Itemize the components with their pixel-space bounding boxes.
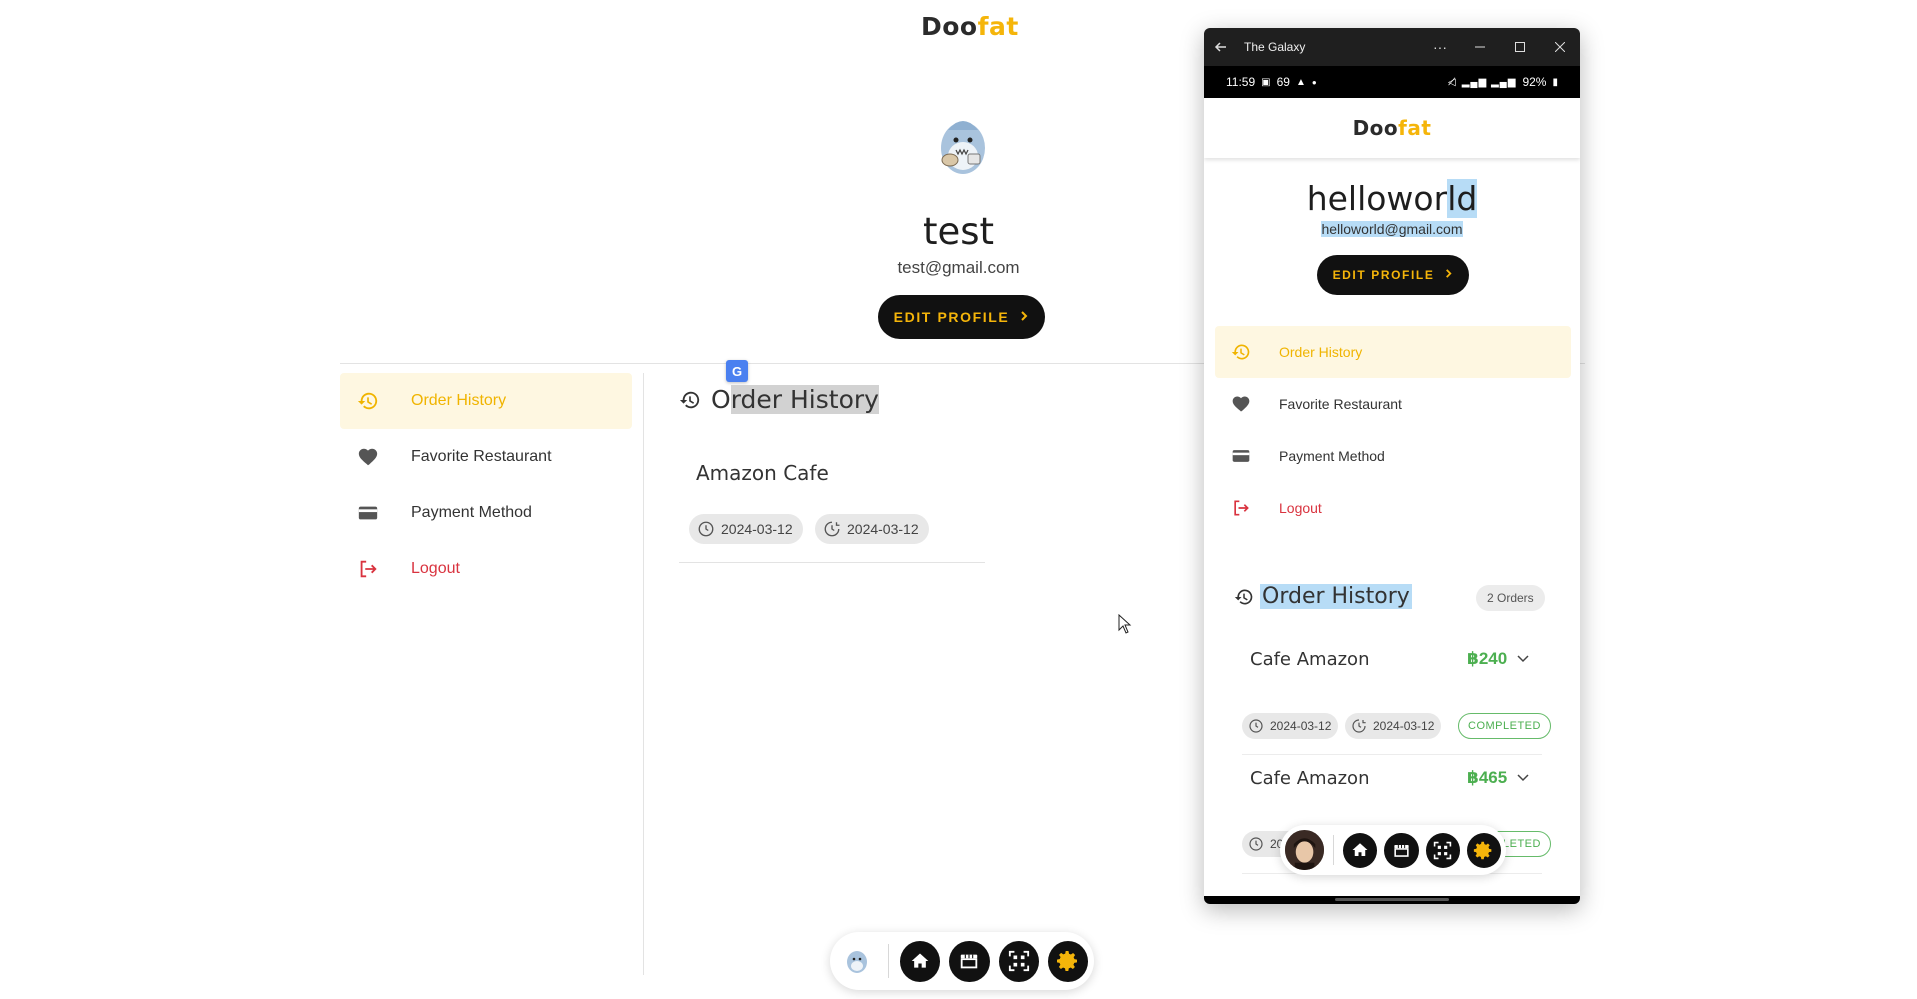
- back-icon[interactable]: [1214, 40, 1228, 54]
- profile-name: helloworld: [1306, 179, 1478, 218]
- order-price[interactable]: ฿465: [1467, 768, 1529, 788]
- phone-mirror-window: The Galaxy ··· 11:59 ▣ 69 ▲ ● ◁̸ ▂▄▆ ▂▄▆: [1204, 28, 1580, 904]
- store-icon: [958, 950, 980, 972]
- dock-avatar[interactable]: [836, 940, 877, 982]
- store-button[interactable]: [949, 940, 990, 982]
- order-date-chip: 2024-03-12: [1242, 713, 1339, 739]
- order-restaurant-name[interactable]: Amazon Cafe: [696, 461, 829, 485]
- minimize-icon[interactable]: [1460, 28, 1500, 66]
- order-restaurant-name[interactable]: Cafe Amazon: [1250, 768, 1369, 789]
- battery-icon: ▮: [1552, 76, 1558, 88]
- order-price[interactable]: ฿240: [1467, 649, 1529, 669]
- more-icon[interactable]: ···: [1420, 28, 1460, 66]
- qr-scan-button[interactable]: [1425, 832, 1460, 868]
- logout-icon: [356, 557, 380, 581]
- home-button[interactable]: [900, 940, 941, 982]
- mute-icon: ◁̸: [1448, 76, 1456, 88]
- maximize-icon[interactable]: [1500, 28, 1540, 66]
- profile-name: test: [922, 210, 995, 253]
- sidebar-item-favorite-restaurant[interactable]: Favorite Restaurant: [340, 429, 632, 485]
- order-history-heading: Order History: [679, 385, 879, 414]
- clock-refresh-icon: [1351, 718, 1367, 734]
- dot-icon: ●: [1311, 77, 1317, 87]
- avatar[interactable]: [928, 110, 998, 180]
- sidebar-item-order-history[interactable]: Order History: [340, 373, 632, 429]
- dock-avatar[interactable]: [1285, 830, 1325, 870]
- store-icon: [1392, 841, 1411, 860]
- phone-menu: Order History Favorite Restaurant Paymen…: [1215, 326, 1571, 534]
- history-icon: [356, 389, 380, 413]
- close-icon[interactable]: [1540, 28, 1580, 66]
- chevron-right-icon: [1019, 309, 1029, 325]
- store-button[interactable]: [1384, 832, 1419, 868]
- divider: [679, 562, 985, 563]
- credit-card-icon: [1229, 444, 1253, 468]
- home-gesture-handle[interactable]: [1335, 898, 1449, 901]
- menu-item-favorite-restaurant[interactable]: Favorite Restaurant: [1215, 378, 1571, 430]
- order-date-chip: 2024-03-12: [1345, 713, 1442, 739]
- settings-button[interactable]: [1466, 832, 1501, 868]
- settings-button[interactable]: [1047, 940, 1088, 982]
- order-history-heading: Order History: [1234, 584, 1412, 609]
- status-time: 11:59: [1226, 75, 1256, 89]
- clock-icon: [1248, 718, 1264, 734]
- sidebar-item-logout[interactable]: Logout: [340, 541, 632, 597]
- menu-item-logout[interactable]: Logout: [1215, 482, 1571, 534]
- order-restaurant-name[interactable]: Cafe Amazon: [1250, 649, 1369, 670]
- heart-icon: [356, 445, 380, 469]
- chevron-down-icon: [1517, 774, 1529, 782]
- bottom-dock: [1280, 825, 1506, 875]
- sidebar-item-payment-method[interactable]: Payment Method: [340, 485, 632, 541]
- google-translate-icon[interactable]: G: [726, 360, 748, 382]
- notification-icon: ▣: [1261, 76, 1271, 88]
- app-logo[interactable]: Doofat: [1353, 116, 1432, 140]
- order-date-chip: 2024-03-12: [815, 514, 929, 544]
- gear-icon: [1473, 840, 1494, 861]
- window-titlebar: The Galaxy ···: [1204, 28, 1580, 66]
- home-icon: [1351, 841, 1369, 859]
- heart-icon: [1229, 392, 1253, 416]
- divider: [1242, 754, 1542, 755]
- qr-icon: [1433, 841, 1452, 860]
- phone-app-header: Doofat: [1204, 98, 1580, 158]
- home-icon: [910, 951, 930, 971]
- profile-email: helloworld@gmail.com: [1321, 221, 1463, 237]
- clock-icon: [1248, 836, 1264, 852]
- app-logo[interactable]: Doofat: [921, 12, 1019, 41]
- qr-icon: [1008, 950, 1030, 972]
- signal-icon: ▂▄▆ ▂▄▆: [1461, 76, 1517, 88]
- history-icon: [679, 389, 701, 411]
- edit-profile-button[interactable]: EDIT PROFILE: [1317, 255, 1469, 295]
- window-title: The Galaxy: [1244, 40, 1306, 54]
- bottom-dock: [830, 932, 1094, 990]
- clock-icon: [697, 520, 715, 538]
- gear-icon: [1056, 949, 1080, 973]
- warning-icon: ▲: [1295, 76, 1306, 88]
- order-date-chip: 2024-03-12: [689, 514, 803, 544]
- history-icon: [1229, 340, 1253, 364]
- edit-profile-button[interactable]: EDIT PROFILE: [878, 295, 1045, 339]
- menu-item-payment-method[interactable]: Payment Method: [1215, 430, 1571, 482]
- history-icon: [1234, 587, 1254, 607]
- dock-separator: [888, 944, 890, 978]
- menu-item-order-history[interactable]: Order History: [1215, 326, 1571, 378]
- clock-refresh-icon: [823, 520, 841, 538]
- sidebar: Order History Favorite Restaurant Paymen…: [340, 373, 632, 597]
- phone-status-bar: 11:59 ▣ 69 ▲ ● ◁̸ ▂▄▆ ▂▄▆ 92% ▮: [1204, 66, 1580, 98]
- credit-card-icon: [356, 501, 380, 525]
- chevron-right-icon: [1444, 268, 1453, 282]
- dock-separator: [1333, 835, 1335, 865]
- battery-level: 92%: [1522, 75, 1547, 89]
- profile-email: test@gmail.com: [897, 258, 1020, 277]
- mouse-cursor: [1118, 613, 1132, 639]
- orders-count-badge: 2 Orders: [1476, 585, 1545, 611]
- home-button[interactable]: [1343, 832, 1378, 868]
- chevron-down-icon: [1517, 655, 1529, 663]
- qr-scan-button[interactable]: [998, 940, 1039, 982]
- status-badge: COMPLETED: [1458, 713, 1551, 739]
- divider: [643, 373, 644, 975]
- notification-count: 69: [1276, 75, 1290, 89]
- logout-icon: [1229, 496, 1253, 520]
